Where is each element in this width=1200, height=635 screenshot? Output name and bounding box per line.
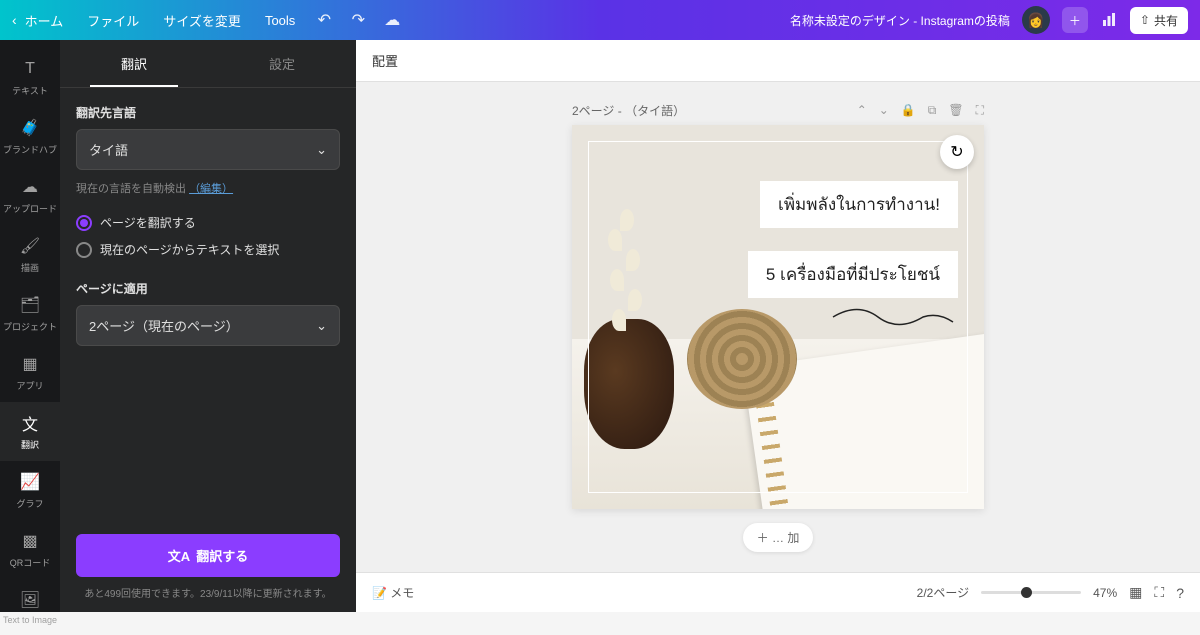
- edit-detect-link[interactable]: （編集）: [189, 183, 233, 195]
- share-label: 共有: [1154, 12, 1178, 29]
- add-member-button[interactable]: ＋: [1062, 7, 1088, 33]
- undo-icon[interactable]: ↶: [315, 11, 333, 29]
- menu-tools[interactable]: Tools: [265, 13, 295, 28]
- canvas-scroll[interactable]: 2ページ - （タイ語） ⌃ ⌄ 🔒 ⧉ 🗑 ⛶: [356, 82, 1200, 572]
- apply-page-select[interactable]: 2ページ（現在のページ） ⌄: [76, 305, 340, 346]
- chart-icon: 📈: [19, 471, 41, 493]
- apply-label: ページに適用: [76, 280, 340, 297]
- share-button[interactable]: ⇧ 共有: [1130, 7, 1188, 34]
- rail-upload[interactable]: ☁アップロード: [0, 166, 60, 225]
- rail-draw[interactable]: 🖌描画: [0, 225, 60, 284]
- brush-icon: 🖌: [19, 235, 41, 257]
- image-icon: 🖼: [19, 589, 41, 611]
- chevron-down-icon: ⌄: [316, 142, 327, 158]
- zoom-value[interactable]: 47%: [1093, 586, 1117, 600]
- menu-resize[interactable]: サイズを変更: [163, 11, 241, 30]
- rail-chart[interactable]: 📈グラフ: [0, 461, 60, 520]
- cloud-sync-icon[interactable]: ☁: [383, 11, 401, 29]
- usage-hint: あと499回使用できます。23/9/11以降に更新されます。: [76, 585, 340, 600]
- radio-translate-page[interactable]: ページを翻訳する: [76, 214, 340, 231]
- bottom-bar: 📝 メモ 2/2ページ 47% ▦ ⛶ ?: [356, 572, 1200, 612]
- analytics-icon[interactable]: [1100, 11, 1118, 29]
- text-icon: T: [19, 58, 41, 80]
- rail-translate[interactable]: 文翻訳: [0, 402, 60, 461]
- canvas-text-1[interactable]: เพิ่มพลังในการทำงาน!: [760, 181, 958, 228]
- folder-icon: 🗂: [19, 294, 41, 316]
- translate-icon: 文A: [168, 546, 190, 565]
- canvas-area: 配置 2ページ - （タイ語） ⌃ ⌄ 🔒 ⧉ 🗑 ⛶: [356, 40, 1200, 612]
- add-page-button[interactable]: ＋ … 加: [743, 523, 814, 552]
- zoom-slider[interactable]: [981, 591, 1081, 594]
- page-title[interactable]: 2ページ - （タイ語）: [572, 102, 685, 119]
- help-icon[interactable]: ?: [1176, 585, 1184, 601]
- avatar[interactable]: 👩: [1022, 6, 1050, 34]
- translate-icon: 文: [19, 412, 41, 434]
- rail-text[interactable]: Tテキスト: [0, 48, 60, 107]
- expand-page-icon[interactable]: ⛶: [976, 103, 984, 118]
- translate-button[interactable]: 文A 翻訳する: [76, 534, 340, 577]
- cloud-up-icon: ☁: [19, 176, 41, 198]
- lock-icon[interactable]: 🔒: [901, 103, 916, 118]
- back-button[interactable]: ‹: [12, 12, 17, 28]
- radio-unchecked-icon: [76, 242, 92, 258]
- memo-button[interactable]: 📝 メモ: [372, 584, 414, 601]
- trash-icon[interactable]: 🗑: [948, 103, 963, 118]
- tab-translate[interactable]: 翻訳: [60, 40, 208, 87]
- redo-icon[interactable]: ↷: [349, 11, 367, 29]
- fullscreen-icon[interactable]: ⛶: [1154, 584, 1164, 601]
- grid-view-icon[interactable]: ▦: [1129, 584, 1142, 601]
- canvas-page[interactable]: เพิ่มพลังในการทำงาน! 5 เครื่องมือที่มีปร…: [572, 125, 984, 509]
- rail-qr[interactable]: ▩QRコード: [0, 520, 60, 579]
- radio-select-text[interactable]: 現在のページからテキストを選択: [76, 241, 340, 258]
- tab-settings[interactable]: 設定: [208, 40, 356, 87]
- canvas-text-2[interactable]: 5 เครื่องมือที่มีประโยชน์: [748, 251, 958, 298]
- page-up-icon[interactable]: ⌃: [857, 103, 867, 118]
- page-down-icon[interactable]: ⌄: [879, 103, 889, 118]
- document-title[interactable]: 名称未設定のデザイン - Instagramの投稿: [790, 12, 1010, 29]
- duplicate-icon[interactable]: ⧉: [928, 103, 937, 118]
- top-bar: ‹ ホーム ファイル サイズを変更 Tools ↶ ↷ ☁ 名称未設定のデザイン…: [0, 0, 1200, 40]
- detect-hint: 現在の言語を自動検出 （編集）: [76, 180, 340, 196]
- briefcase-icon: 🧳: [19, 117, 41, 139]
- rail-brandhub[interactable]: 🧳ブランドハブ: [0, 107, 60, 166]
- target-lang-label: 翻訳先言語: [76, 104, 340, 121]
- chevron-down-icon: ⌄: [316, 318, 327, 334]
- qr-icon: ▩: [19, 530, 41, 552]
- swoosh-decoration[interactable]: [828, 297, 958, 337]
- target-lang-select[interactable]: タイ語 ⌄: [76, 129, 340, 170]
- rail-projects[interactable]: 🗂プロジェクト: [0, 284, 60, 343]
- placement-label[interactable]: 配置: [372, 51, 398, 70]
- menu-home[interactable]: ホーム: [25, 11, 64, 30]
- rail-text-to-image[interactable]: 🖼Text to Image: [0, 579, 60, 635]
- side-rail: Tテキスト 🧳ブランドハブ ☁アップロード 🖌描画 🗂プロジェクト ▦アプリ 文…: [0, 40, 60, 612]
- radio-checked-icon: [76, 215, 92, 231]
- pager-label[interactable]: 2/2ページ: [917, 584, 969, 601]
- rail-apps[interactable]: ▦アプリ: [0, 343, 60, 402]
- translate-panel: 翻訳 設定 翻訳先言語 タイ語 ⌄ 現在の言語を自動検出 （編集） ページを翻訳…: [60, 40, 356, 612]
- regenerate-button[interactable]: ↻: [940, 135, 974, 169]
- grid-icon: ▦: [19, 353, 41, 375]
- context-bar: 配置: [356, 40, 1200, 82]
- menu-file[interactable]: ファイル: [87, 11, 139, 30]
